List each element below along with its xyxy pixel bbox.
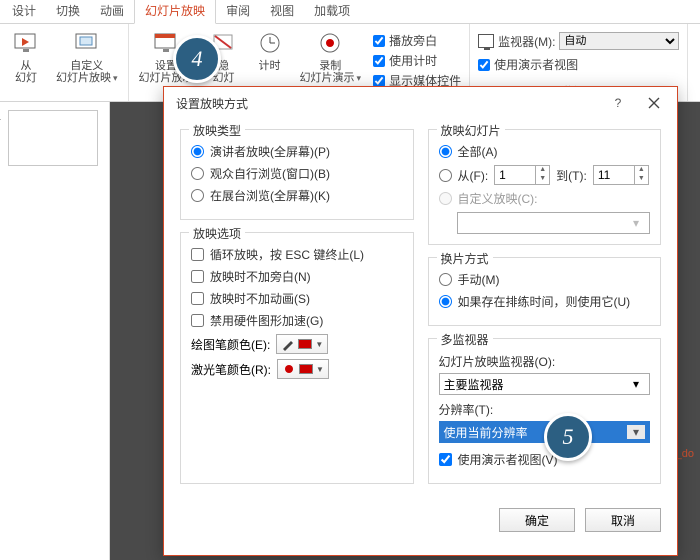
check-presenter-view[interactable]: 使用演示者视图(V): [439, 451, 651, 468]
radio-browsed[interactable]: 观众自行浏览(窗口)(B): [191, 165, 403, 182]
custom-show-icon: [71, 30, 103, 58]
monitor-label: 监视器(M):: [498, 33, 555, 50]
laser-icon: [282, 362, 296, 376]
legend-show-options: 放映选项: [189, 225, 245, 242]
fieldset-show-type: 放映类型 演讲者放映(全屏幕)(P) 观众自行浏览(窗口)(B) 在展台浏览(全…: [180, 129, 414, 220]
fieldset-show-options: 放映选项 循环放映，按 ESC 键终止(L) 放映时不加旁白(N) 放映时不加动…: [180, 232, 414, 484]
ribbon-group-start: 从幻灯 自定义幻灯片放映▾: [0, 24, 129, 101]
rehearse-label: 计时: [259, 60, 281, 72]
rehearse-icon: [254, 30, 286, 58]
to-spin[interactable]: ▲▼: [593, 165, 649, 185]
radio-from-slides[interactable]: [439, 169, 452, 182]
rehearse-button[interactable]: 计时: [252, 28, 288, 89]
monitor-icon: [478, 34, 494, 48]
monitor-select-row: 监视器(M): 自动: [478, 32, 679, 50]
legend-advance: 换片方式: [437, 250, 493, 267]
tab-view[interactable]: 视图: [260, 0, 304, 23]
tab-addins[interactable]: 加载项: [304, 0, 360, 23]
resolution-label: 分辨率(T):: [439, 401, 651, 418]
pen-color-label: 绘图笔颜色(E):: [191, 336, 270, 353]
callout-5: 5: [544, 413, 592, 461]
pen-icon: [281, 337, 295, 351]
legend-show-type: 放映类型: [189, 122, 245, 139]
slideshow-monitor-select[interactable]: 主要监视器▾: [439, 373, 651, 395]
dialog-title: 设置放映方式: [176, 95, 248, 112]
from-label: 从(F):: [458, 167, 489, 184]
dialog-close-button[interactable]: [639, 93, 669, 113]
dialog-left-col: 放映类型 演讲者放映(全屏幕)(P) 观众自行浏览(窗口)(B) 在展台浏览(全…: [180, 123, 414, 490]
check-loop[interactable]: 循环放映，按 ESC 键终止(L): [191, 246, 403, 263]
play-from-icon: [10, 30, 42, 58]
ck-narration[interactable]: 播放旁白: [373, 32, 461, 49]
tab-slideshow[interactable]: 幻灯片放映: [134, 0, 216, 24]
dialog-help-button[interactable]: ?: [603, 93, 633, 113]
fieldset-multi-monitor: 多监视器 幻灯片放映监视器(O): 主要监视器▾ 分辨率(T): 使用当前分辨率…: [428, 338, 662, 484]
from-current-label: 从幻灯: [15, 60, 37, 84]
pen-color-swatch: [298, 339, 312, 349]
check-no-hwaccel[interactable]: 禁用硬件图形加速(G): [191, 312, 403, 329]
record-label: 录制幻灯片演示▾: [300, 60, 362, 84]
thumbnail-1[interactable]: [8, 110, 98, 166]
callout-4: 4: [173, 35, 221, 83]
legend-multi-monitor: 多监视器: [437, 331, 493, 348]
custom-show-label: 自定义幻灯片放映▾: [56, 60, 118, 84]
record-button[interactable]: 录制幻灯片演示▾: [298, 28, 364, 89]
radio-kiosk[interactable]: 在展台浏览(全屏幕)(K): [191, 187, 403, 204]
custom-show-select: ▾: [457, 212, 651, 234]
ok-button[interactable]: 确定: [499, 508, 575, 532]
laser-color-swatch: [299, 364, 313, 374]
dialog-titlebar: 设置放映方式 ?: [164, 87, 677, 119]
radio-manual[interactable]: 手动(M): [439, 271, 651, 288]
radio-presenter[interactable]: 演讲者放映(全屏幕)(P): [191, 143, 403, 160]
setup-show-dialog: 设置放映方式 ? 放映类型 演讲者放映(全屏幕)(P) 观众自行浏览(窗口)(B…: [163, 86, 678, 556]
monitor-select[interactable]: 自动: [559, 32, 679, 50]
close-icon: [648, 97, 660, 109]
tab-animations[interactable]: 动画: [90, 0, 134, 23]
radio-custom-show: 自定义放映(C):: [439, 190, 651, 207]
check-no-animation[interactable]: 放映时不加动画(S): [191, 290, 403, 307]
laser-color-label: 激光笔颜色(R):: [191, 361, 271, 378]
dialog-footer: 确定 取消: [164, 500, 677, 546]
cancel-button[interactable]: 取消: [585, 508, 661, 532]
tab-transitions[interactable]: 切换: [46, 0, 90, 23]
ribbon-tabs: 设计 切换 动画 幻灯片放映 审阅 视图 加载项: [0, 0, 700, 24]
pen-color-button[interactable]: ▼: [276, 334, 328, 354]
fieldset-show-slides: 放映幻灯片 全部(A) 从(F): ▲▼ 到(T): ▲▼ 自定义放映(C): …: [428, 129, 662, 245]
ck-timer[interactable]: 使用计时: [373, 52, 461, 69]
thumbnail-panel: [0, 102, 110, 560]
tab-review[interactable]: 审阅: [216, 0, 260, 23]
record-icon: [314, 30, 346, 58]
slideshow-monitor-label: 幻灯片放映监视器(O):: [439, 353, 651, 370]
check-no-narration[interactable]: 放映时不加旁白(N): [191, 268, 403, 285]
from-spin[interactable]: ▲▼: [494, 165, 550, 185]
laser-color-button[interactable]: ▼: [277, 359, 329, 379]
custom-show-button[interactable]: 自定义幻灯片放映▾: [54, 28, 120, 86]
radio-all-slides[interactable]: 全部(A): [439, 143, 651, 160]
from-current-button[interactable]: 从幻灯: [8, 28, 44, 86]
setup-check-col: 播放旁白 使用计时 显示媒体控件: [373, 28, 461, 89]
tab-design[interactable]: 设计: [2, 0, 46, 23]
legend-show-slides: 放映幻灯片: [437, 122, 505, 139]
ck-presenter-view[interactable]: 使用演示者视图: [478, 56, 679, 73]
to-label: 到(T):: [556, 167, 587, 184]
radio-use-timings[interactable]: 如果存在排练时间，则使用它(U): [439, 293, 651, 310]
fieldset-advance: 换片方式 手动(M) 如果存在排练时间，则使用它(U): [428, 257, 662, 326]
